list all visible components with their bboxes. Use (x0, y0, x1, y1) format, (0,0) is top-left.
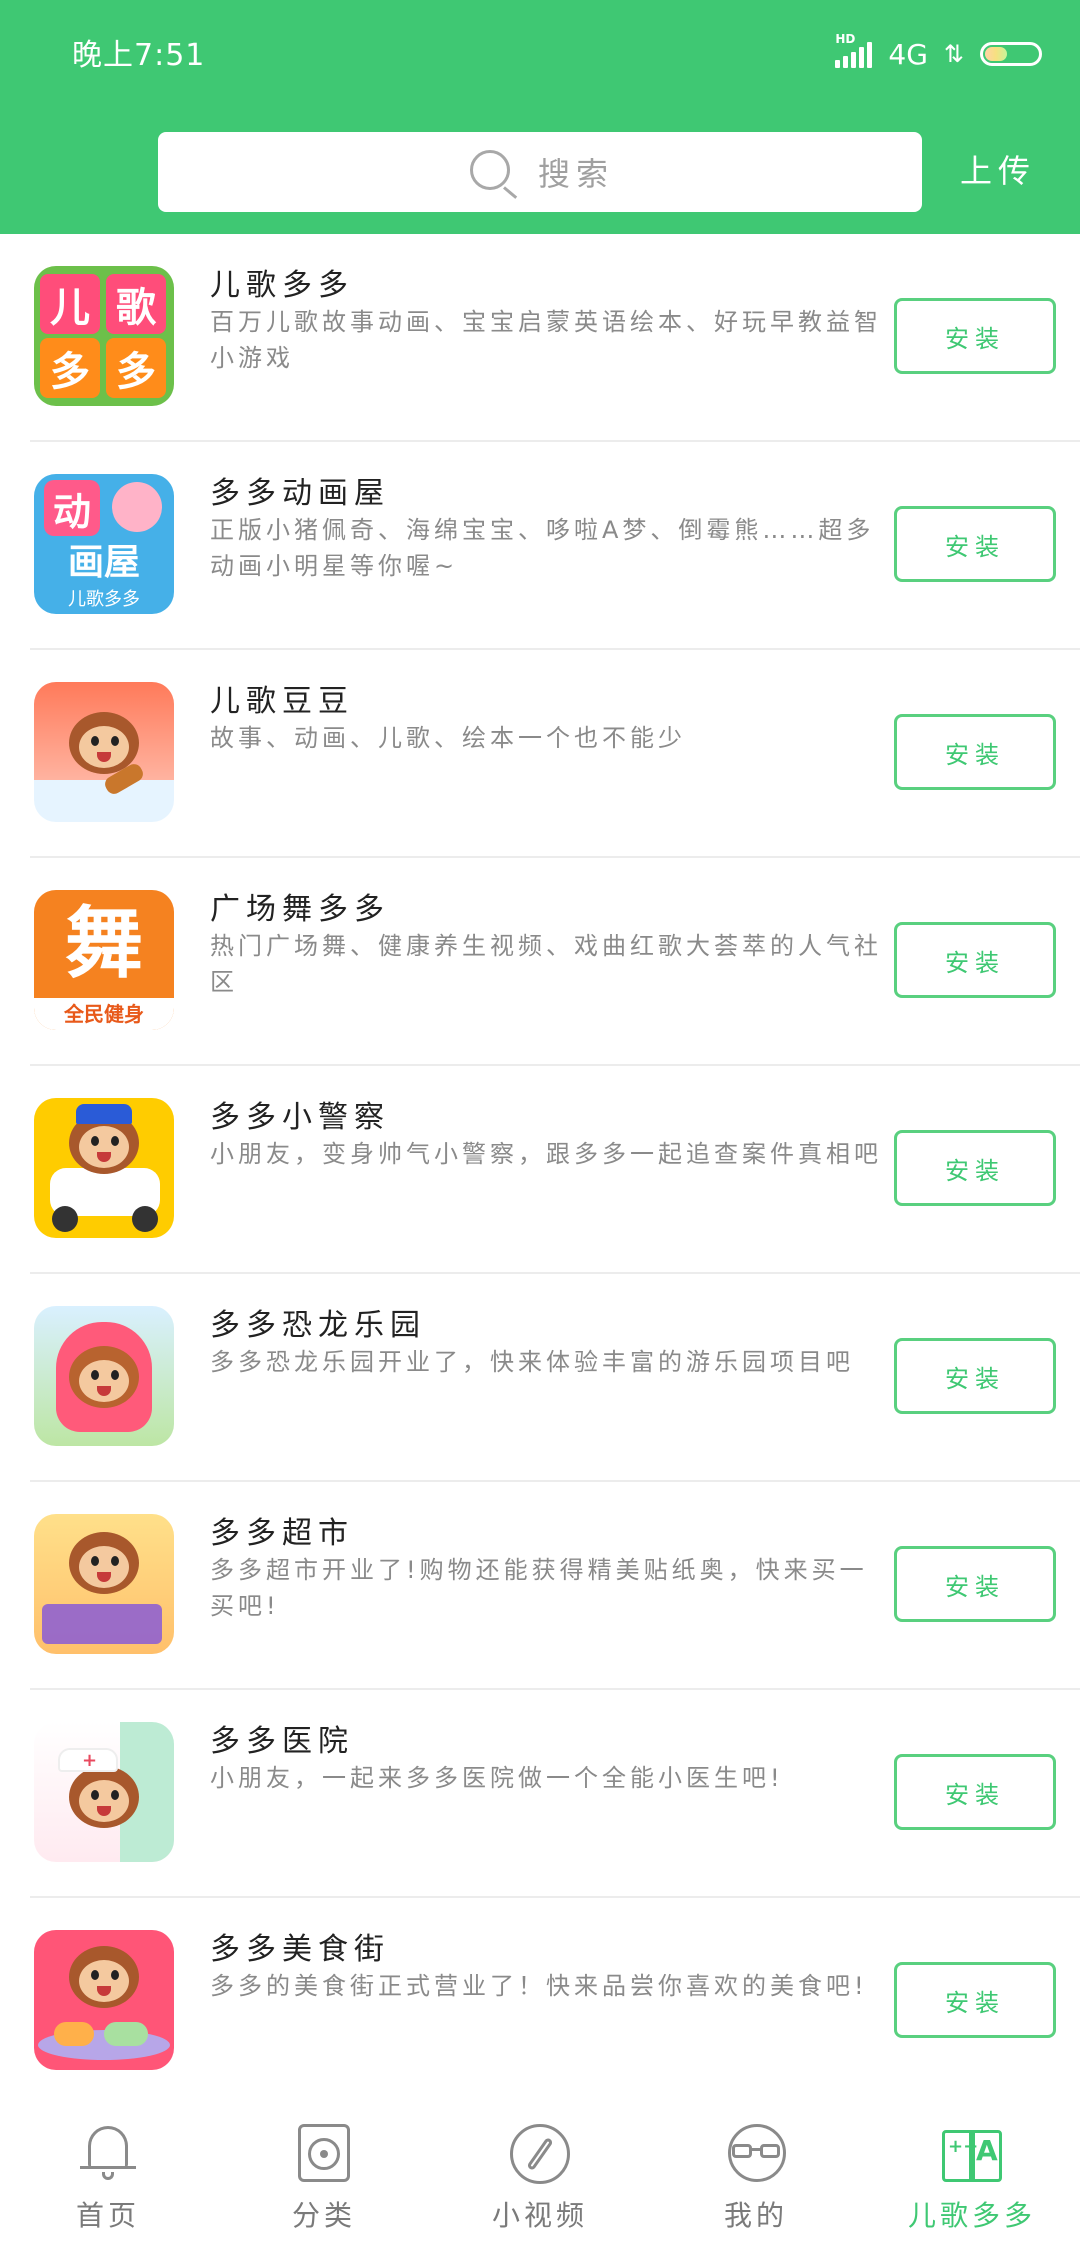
list-item[interactable]: 多多超市 多多超市开业了!购物还能获得精美贴纸奥，快来买一买吧! 安装 (30, 1482, 1080, 1690)
app-description: 多多超市开业了!购物还能获得精美贴纸奥，快来买一买吧! (210, 1556, 868, 1620)
app-title: 多多超市 (210, 1516, 354, 1551)
install-button[interactable]: 安装 (894, 1130, 1056, 1206)
network-type: 4G (888, 37, 928, 71)
list-item[interactable]: + 多多医院 小朋友，一起来多多医院做一个全能小医生吧! 安装 (30, 1690, 1080, 1898)
hd-badge: HD (835, 32, 856, 46)
bell-icon (76, 2122, 140, 2186)
app-icon-erge-duoduo[interactable]: 儿 歌 多 多 (34, 266, 174, 406)
search-input[interactable]: 搜索 (158, 132, 922, 212)
search-placeholder: 搜索 (537, 155, 614, 193)
icon-caption: 儿歌多多 (68, 589, 140, 610)
app-title: 多多医院 (210, 1724, 354, 1759)
app-icon-erge-doudou[interactable] (34, 682, 174, 822)
nav-item-mine[interactable]: 我的 (648, 2108, 864, 2248)
monkey-mascot (61, 1532, 147, 1608)
icon-glyph: 多 (106, 338, 166, 398)
nav-item-home[interactable]: 首页 (0, 2108, 216, 2248)
nav-label: 儿歌多多 (907, 2199, 1036, 2232)
icon-caption: 全民健身 (34, 998, 174, 1030)
app-description: 多多恐龙乐园开业了，快来体验丰富的游乐园项目吧 (210, 1348, 854, 1376)
top-header: 晚上7:51 HD 4G ⇅ 搜索 上传 (0, 0, 1080, 234)
compass-icon (508, 2122, 572, 2186)
app-title: 广场舞多多 (210, 892, 390, 927)
list-item[interactable]: 儿歌豆豆 故事、动画、儿歌、绘本一个也不能少 安装 (30, 650, 1080, 858)
app-icon-duoduo-yiyuan[interactable]: + (34, 1722, 174, 1862)
monkey-mascot (61, 1766, 147, 1842)
install-button[interactable]: 安装 (894, 922, 1056, 998)
app-description: 正版小猪佩奇、海绵宝宝、哆啦A梦、倒霉熊……超多动画小明星等你喔~ (210, 516, 875, 580)
install-button[interactable]: 安装 (894, 1338, 1056, 1414)
install-button[interactable]: 安装 (894, 1962, 1056, 2038)
app-list: 儿 歌 多 多 儿歌多多 百万儿歌故事动画、宝宝启蒙英语绘本、好玩早教益智小游戏… (0, 234, 1080, 2106)
status-indicators: HD 4G ⇅ (835, 32, 1042, 74)
nav-label: 首页 (75, 2199, 140, 2232)
icon-glyph: 歌 (106, 274, 166, 334)
nav-label: 分类 (291, 2199, 356, 2232)
icon-glyph: 画屋 (67, 542, 140, 583)
app-title: 多多动画屋 (210, 476, 390, 511)
install-button[interactable]: 安装 (894, 298, 1056, 374)
install-button[interactable]: 安装 (894, 1754, 1056, 1830)
data-transfer-icon: ⇅ (943, 40, 964, 68)
icon-glyph: 儿 (40, 274, 100, 334)
icon-glyph: 舞 (64, 898, 143, 989)
list-item[interactable]: 多多恐龙乐园 多多恐龙乐园开业了，快来体验丰富的游乐园项目吧 安装 (30, 1274, 1080, 1482)
app-icon-xiao-jingcha[interactable] (34, 1098, 174, 1238)
app-icon-duoduo-chaoshi[interactable] (34, 1514, 174, 1654)
app-title: 儿歌豆豆 (210, 684, 354, 719)
app-title: 多多美食街 (210, 1932, 390, 1967)
face-icon (724, 2122, 788, 2186)
battery-icon (980, 42, 1042, 66)
list-item[interactable]: 多多美食街 多多的美食街正式营业了！快来品尝你喜欢的美食吧! 安装 (30, 1898, 1080, 2106)
app-title: 多多小警察 (210, 1100, 390, 1135)
list-item[interactable]: 动 画屋 儿歌多多 多多动画屋 正版小猪佩奇、海绵宝宝、哆啦A梦、倒霉熊……超多… (30, 442, 1080, 650)
install-button[interactable]: 安装 (894, 1546, 1056, 1622)
app-description: 小朋友，一起来多多医院做一个全能小医生吧! (210, 1764, 784, 1792)
icon-glyph: 多 (40, 338, 100, 398)
app-icon-donghua-wu[interactable]: 动 画屋 儿歌多多 (34, 474, 174, 614)
bottom-nav: 首页 分类 小视频 我的 +− A 儿歌多多 (0, 2108, 1080, 2248)
app-title: 儿歌多多 (210, 268, 354, 303)
icon-glyph: 动 (44, 480, 100, 536)
app-description: 热门广场舞、健康养生视频、戏曲红歌大荟萃的人气社区 (210, 932, 882, 996)
book-icon: +− A (940, 2122, 1004, 2186)
search-icon (466, 146, 518, 199)
nav-item-category[interactable]: 分类 (216, 2108, 432, 2248)
status-bar: 晚上7:51 HD 4G ⇅ (0, 0, 1080, 100)
nav-item-short-video[interactable]: 小视频 (432, 2108, 648, 2248)
app-icon-guangchangwu[interactable]: 舞 全民健身 (34, 890, 174, 1030)
app-description: 百万儿歌故事动画、宝宝启蒙英语绘本、好玩早教益智小游戏 (210, 308, 882, 372)
nav-label: 我的 (723, 2199, 788, 2232)
monkey-mascot (61, 1946, 147, 2022)
app-description: 故事、动画、儿歌、绘本一个也不能少 (210, 724, 686, 752)
install-button[interactable]: 安装 (894, 714, 1056, 790)
app-icon-konglong-leyuan[interactable] (34, 1306, 174, 1446)
app-icon-meishi-jie[interactable] (34, 1930, 174, 2070)
list-item[interactable]: 多多小警察 小朋友，变身帅气小警察，跟多多一起追查案件真相吧 安装 (30, 1066, 1080, 1274)
app-title: 多多恐龙乐园 (210, 1308, 426, 1343)
disc-icon (292, 2122, 356, 2186)
app-description: 小朋友，变身帅气小警察，跟多多一起追查案件真相吧 (210, 1140, 882, 1168)
status-time: 晚上7:51 (72, 38, 206, 73)
nav-item-erge-duoduo[interactable]: +− A 儿歌多多 (864, 2108, 1080, 2248)
list-item[interactable]: 儿 歌 多 多 儿歌多多 百万儿歌故事动画、宝宝启蒙英语绘本、好玩早教益智小游戏… (30, 234, 1080, 442)
monkey-mascot (61, 1346, 147, 1422)
install-button[interactable]: 安装 (894, 506, 1056, 582)
list-item[interactable]: 舞 全民健身 广场舞多多 热门广场舞、健康养生视频、戏曲红歌大荟萃的人气社区 安… (30, 858, 1080, 1066)
signal-icon: HD (835, 32, 873, 68)
upload-button[interactable]: 上传 (960, 146, 1036, 192)
nav-label: 小视频 (491, 2199, 588, 2232)
app-description: 多多的美食街正式营业了！快来品尝你喜欢的美食吧! (210, 1972, 868, 2000)
